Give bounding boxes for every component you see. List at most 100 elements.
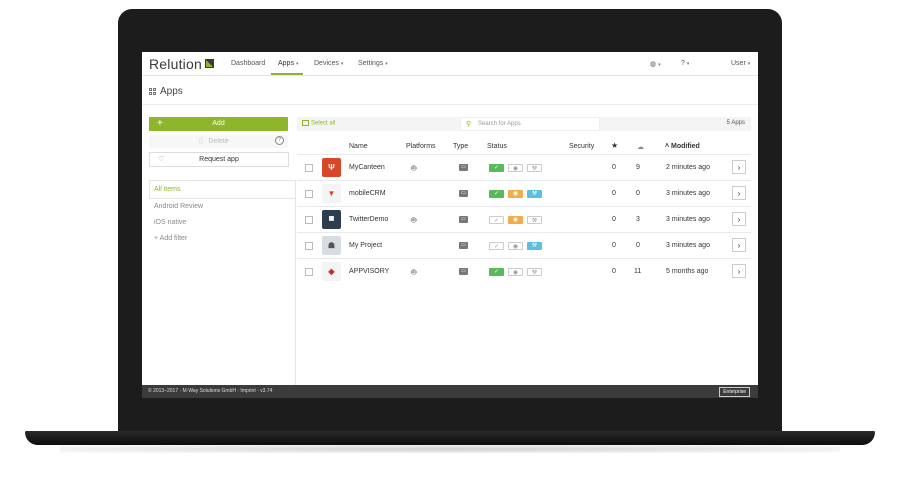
star-count: 0 [612, 268, 616, 275]
col-header-name[interactable]: Name [349, 143, 368, 150]
title-divider [142, 104, 758, 105]
chevron-right-icon[interactable]: › [732, 212, 746, 226]
download-count: 0 [636, 242, 640, 249]
chevron-down-icon: ▾ [295, 61, 299, 67]
nav-apps[interactable]: Apps ▾ [278, 60, 298, 67]
nav-dashboard[interactable]: Dashboard [231, 60, 265, 67]
apps-grid-icon [149, 88, 156, 95]
eye-icon[interactable]: ◉ [508, 190, 523, 198]
chevron-right-icon[interactable]: › [732, 160, 746, 174]
star-count: 0 [612, 242, 616, 249]
eye-icon[interactable]: ◉ [508, 268, 523, 276]
table-row[interactable]: ☗ My Project ▭ ✓ ◉ ⚒ 0 0 3 minutes ago › [297, 232, 751, 259]
download-count: 9 [636, 164, 640, 171]
nav-settings[interactable]: Settings ▾ [358, 60, 388, 67]
delete-button[interactable]: ▯ Delete ? [149, 135, 288, 148]
laptop-shadow [60, 445, 840, 453]
filter-android-review[interactable]: Android Review [154, 203, 203, 210]
wrench-icon[interactable]: ⚒ [527, 164, 542, 172]
app-screen: Relution Dashboard Apps ▾ Devices ▾ Settin… [142, 52, 758, 398]
chevron-down-icon: ▾ [658, 62, 661, 68]
row-checkbox[interactable] [305, 216, 313, 224]
chevron-down-icon: ▾ [686, 61, 690, 67]
page-title: Apps [160, 86, 183, 97]
app-name[interactable]: TwitterDemo [349, 216, 388, 223]
help-icon[interactable]: ? [275, 136, 284, 145]
chevron-right-icon[interactable]: › [732, 186, 746, 200]
star-count: 0 [612, 190, 616, 197]
row-checkbox[interactable] [305, 242, 313, 250]
col-header-status[interactable]: Status [487, 143, 507, 150]
eye-icon[interactable]: ◉ [508, 216, 523, 224]
chevron-right-icon[interactable]: › [732, 238, 746, 252]
modified-time: 3 minutes ago [666, 242, 710, 249]
filter-ios-native[interactable]: iOS native [154, 219, 186, 226]
col-header-security[interactable]: Security [569, 143, 594, 150]
modified-time: 3 minutes ago [666, 190, 710, 197]
check-icon[interactable]: ✓ [489, 190, 504, 198]
col-header-platforms[interactable]: Platforms [406, 143, 436, 150]
star-icon[interactable]: ★ [611, 141, 618, 150]
footer-copyright[interactable]: © 2013–2017 · M-Way Solutions GmbH · Imp… [148, 388, 272, 394]
wrench-icon[interactable]: ⚒ [527, 216, 542, 224]
modified-time: 5 months ago [666, 268, 709, 275]
modified-time: 2 minutes ago [666, 164, 710, 171]
table-row[interactable]: ◆ APPVISORY 🤖︎ ▭ ✓ ◉ ⚒ 0 11 5 months ago… [297, 258, 751, 285]
select-all-label: Select all [311, 120, 336, 127]
request-app-label: Request app [199, 156, 239, 163]
nav-devices[interactable]: Devices ▾ [314, 60, 343, 67]
table-row[interactable]: ▦ TwitterDemo 🤖︎ ▭ ✓ ◉ ⚒ 0 3 3 minutes a… [297, 206, 751, 233]
language-menu[interactable]: ◍ ▾ [650, 60, 661, 68]
filter-divider [149, 198, 295, 199]
search-icon: ⚲ [466, 121, 472, 128]
user-menu[interactable]: User ▾ [731, 60, 750, 67]
app-icon-twitter: ▦ [322, 210, 341, 229]
delete-button-label: Delete [208, 138, 229, 145]
search-field[interactable]: ⚲ Search for Apps [460, 117, 600, 131]
row-checkbox[interactable] [305, 164, 313, 172]
table-row[interactable]: Ψ MyCanteen 🤖︎ ▭ ✓ ◉ ⚒ 0 9 2 minutes ago… [297, 154, 751, 181]
type-native-icon: ▭ [459, 164, 468, 171]
edition-badge: Enterprise [719, 387, 750, 397]
checkbox-icon [302, 120, 309, 126]
filter-all-items[interactable]: All items [154, 186, 180, 193]
type-native-icon: ▭ [459, 242, 468, 249]
add-button[interactable]: + Add [149, 117, 288, 131]
col-header-modified[interactable]: ˄ Modified [665, 143, 700, 150]
wrench-icon[interactable]: ⚒ [527, 268, 542, 276]
eye-icon[interactable]: ◉ [508, 164, 523, 172]
search-input[interactable]: Search for Apps [478, 121, 521, 127]
check-icon[interactable]: ✓ [489, 268, 504, 276]
wrench-icon[interactable]: ⚒ [527, 242, 542, 250]
request-app-button[interactable]: ♡ Request app [149, 152, 289, 167]
select-all-button[interactable]: Select all [302, 120, 335, 127]
app-name[interactable]: mobileCRM [349, 190, 386, 197]
help-menu[interactable]: ? ▾ [681, 60, 689, 67]
row-checkbox[interactable] [305, 190, 313, 198]
download-count: 11 [634, 268, 642, 275]
row-checkbox[interactable] [305, 268, 313, 276]
app-icon-appvisory: ◆ [322, 262, 341, 281]
eye-icon[interactable]: ◉ [508, 242, 523, 250]
app-name[interactable]: APPVISORY [349, 268, 389, 275]
check-icon[interactable]: ✓ [489, 164, 504, 172]
check-icon[interactable]: ✓ [489, 242, 504, 250]
download-icon[interactable]: ☁ [637, 143, 644, 151]
nav-settings-label: Settings [358, 60, 384, 67]
globe-icon: ◍ [650, 61, 657, 68]
filter-panel: All items Android Review iOS native + Ad… [149, 180, 296, 398]
footer-bar: © 2013–2017 · M-Way Solutions GmbH · Imp… [142, 385, 758, 398]
nav-devices-label: Devices [314, 60, 339, 67]
table-row[interactable]: ▼ mobileCRM ▭ ✓ ◉ ⚒ 0 0 3 minutes ago › [297, 180, 751, 207]
app-name[interactable]: My Project [349, 242, 382, 249]
check-icon[interactable]: ✓ [489, 216, 504, 224]
add-filter-link[interactable]: + Add filter [154, 235, 187, 242]
app-name[interactable]: MyCanteen [349, 164, 385, 171]
download-count: 0 [636, 190, 640, 197]
chevron-down-icon: ▾ [340, 61, 344, 67]
relution-logo[interactable]: Relution [149, 56, 202, 72]
chevron-right-icon[interactable]: › [732, 264, 746, 278]
user-menu-label: User [731, 60, 746, 67]
col-header-type[interactable]: Type [453, 143, 468, 150]
wrench-icon[interactable]: ⚒ [527, 190, 542, 198]
